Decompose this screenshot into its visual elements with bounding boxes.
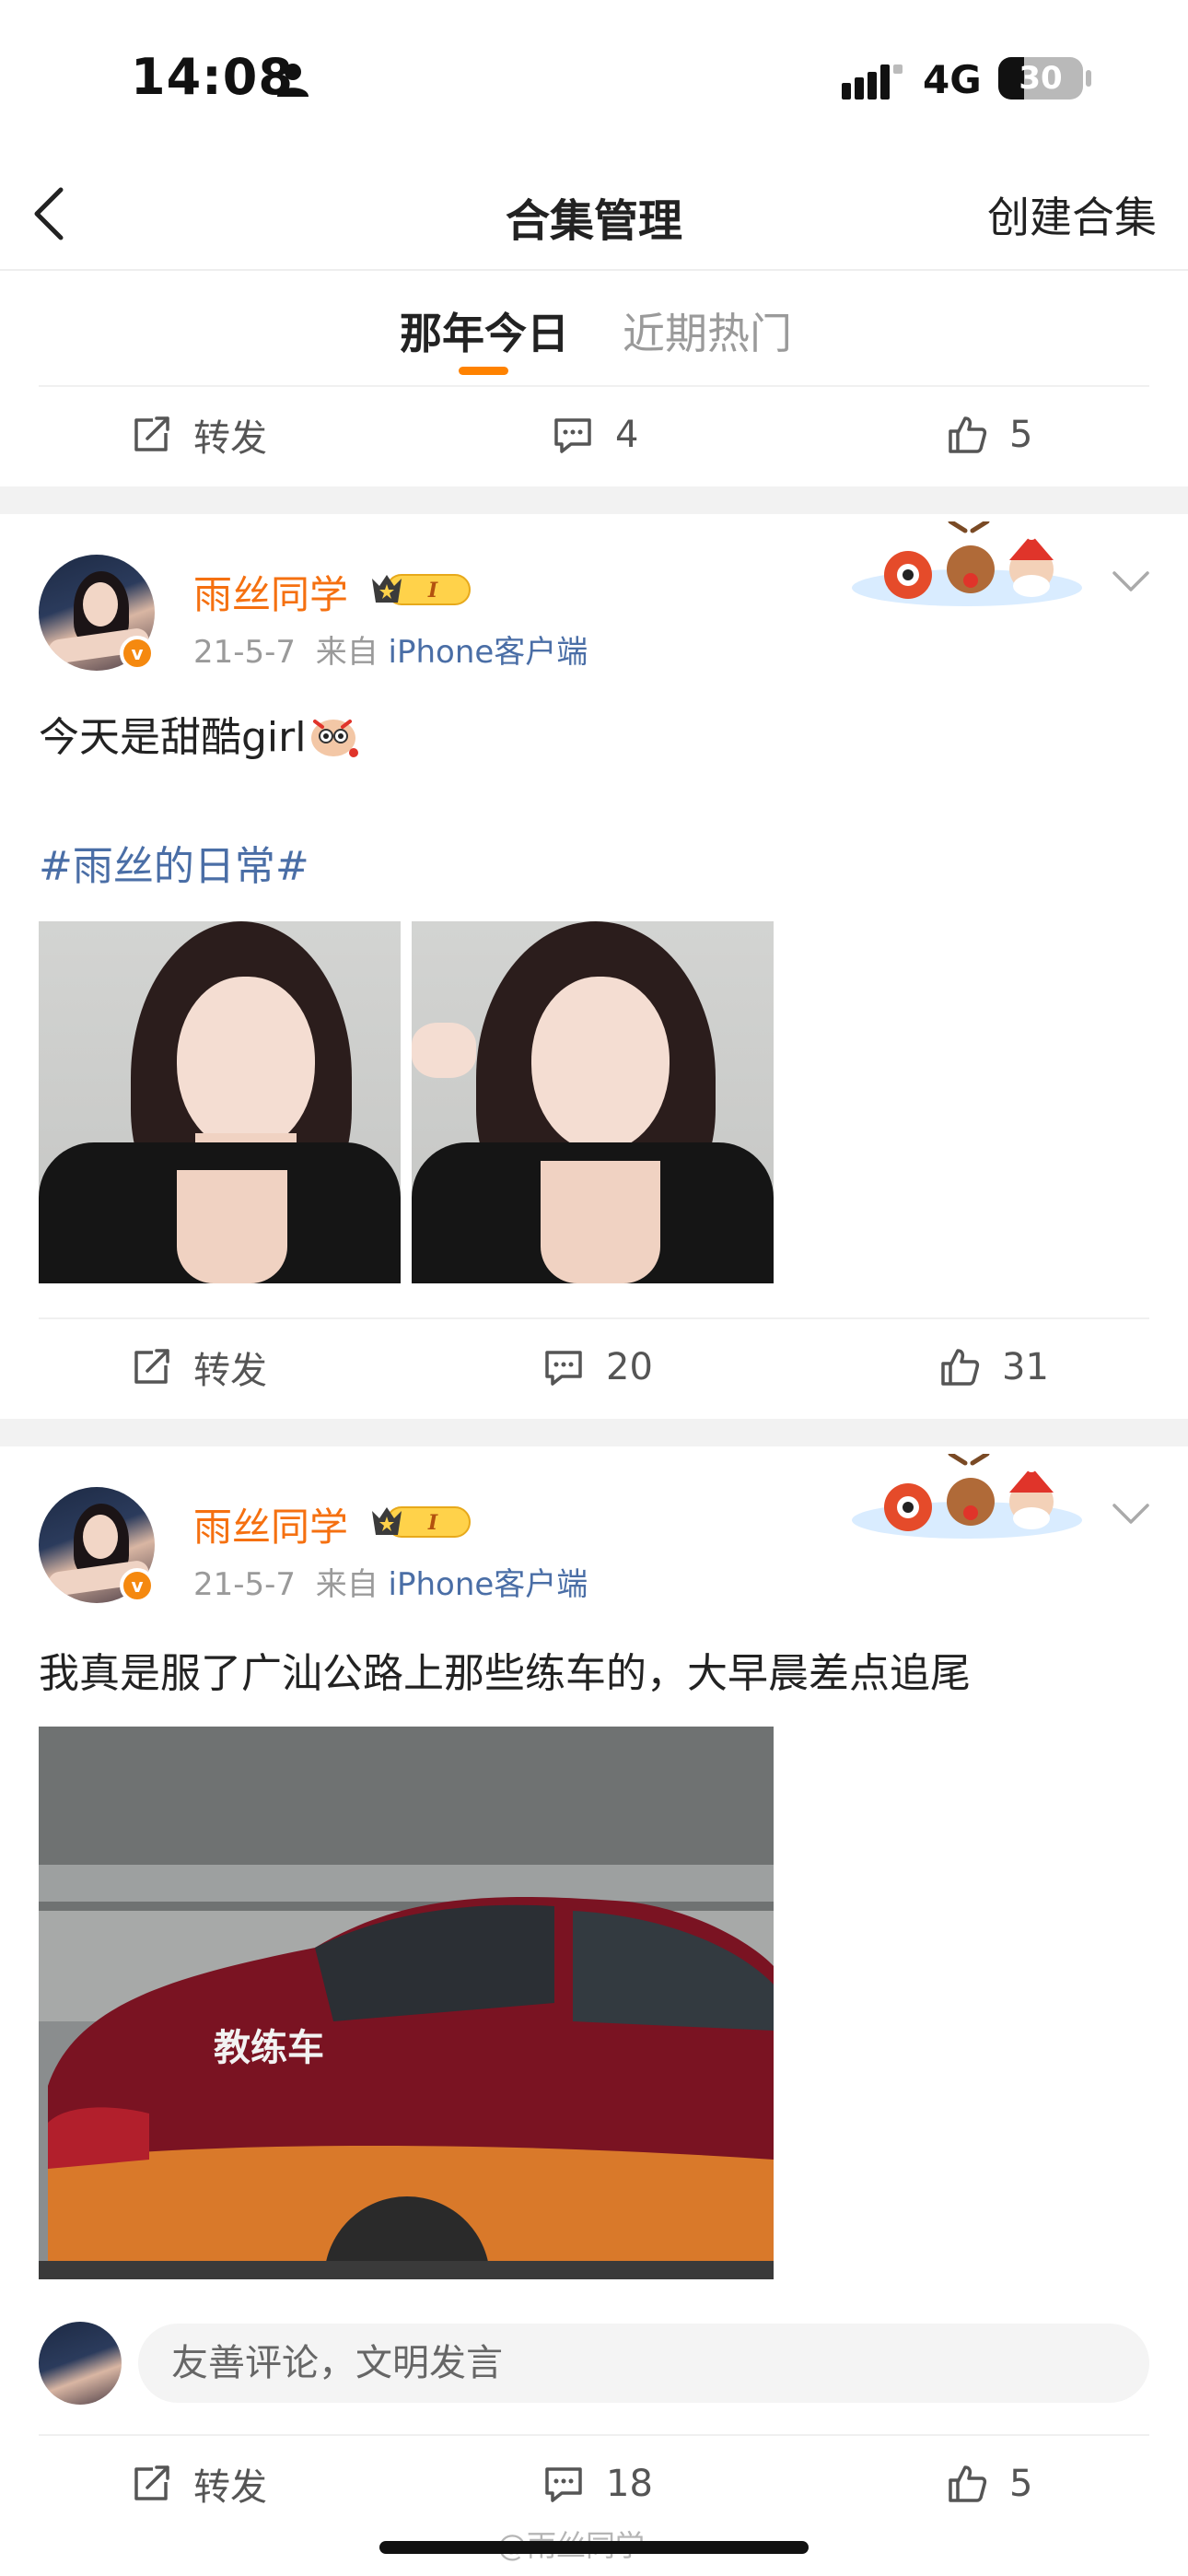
signal-icon xyxy=(842,64,903,100)
action-bar: 转发 20 31 xyxy=(0,1321,1188,1413)
post-image[interactable] xyxy=(39,921,401,1283)
my-avatar[interactable] xyxy=(39,2322,122,2405)
repost-label: 转发 xyxy=(193,417,267,460)
tab-bar: 那年今日 近期热门 xyxy=(0,273,1188,387)
verified-badge-icon: v xyxy=(120,636,155,671)
post-source-prefix: 来自 xyxy=(315,1566,379,1603)
section-gap xyxy=(0,486,1188,514)
hashtag-link[interactable]: #雨丝的日常# xyxy=(39,833,309,892)
comment-icon xyxy=(545,2467,582,2502)
action-bar: 转发 18 5 xyxy=(0,2438,1188,2530)
post-source[interactable]: iPhone客户端 xyxy=(389,634,588,671)
post-text: 今天是甜酷girl xyxy=(39,704,359,763)
post-image[interactable]: 教练车 xyxy=(39,1727,774,2279)
chevron-down-icon[interactable] xyxy=(1111,568,1151,595)
action-bar-previous: 转发 4 5 xyxy=(0,389,1188,481)
repost-icon xyxy=(134,2465,169,2500)
post-text: 我真是服了广汕公路上那些练车的，大早晨差点追尾 xyxy=(39,1650,971,1697)
thumbs-up-icon xyxy=(949,2465,987,2502)
comment-icon xyxy=(554,418,591,453)
create-collection-button[interactable]: 创建合集 xyxy=(987,184,1157,245)
repost-button[interactable]: 转发 xyxy=(129,1321,267,1413)
like-button[interactable]: 5 xyxy=(945,389,1032,481)
home-indicator[interactable] xyxy=(379,2541,809,2554)
repost-icon xyxy=(134,416,169,451)
like-button[interactable]: 31 xyxy=(938,1321,1049,1413)
section-gap xyxy=(0,1419,1188,1446)
like-button[interactable]: 5 xyxy=(945,2438,1032,2530)
vip-badge-icon[interactable]: I xyxy=(368,569,472,608)
post-text-content: 今天是甜酷girl xyxy=(39,714,307,761)
like-count: 5 xyxy=(1009,414,1033,456)
vip-badge-icon[interactable]: I xyxy=(368,1502,472,1540)
comment-icon xyxy=(545,1351,582,1386)
repost-button[interactable]: 转发 xyxy=(129,2438,267,2530)
nav-bar: 合集管理 创建合集 xyxy=(0,157,1188,271)
vip-level: I xyxy=(427,1511,438,1535)
person-icon xyxy=(277,64,309,97)
post-image[interactable] xyxy=(412,921,774,1283)
verified-badge-icon: v xyxy=(120,1568,155,1603)
repost-label: 转发 xyxy=(193,2466,267,2509)
comment-button[interactable]: 4 xyxy=(551,389,638,481)
car-photo-graphic: 教练车 xyxy=(39,1727,774,2279)
post-divider xyxy=(39,1317,1149,1319)
thumbs-up-icon xyxy=(949,416,987,453)
repost-label: 转发 xyxy=(193,1350,267,1392)
repost-button[interactable]: 转发 xyxy=(129,389,267,481)
like-count: 5 xyxy=(1009,2463,1033,2505)
tab-recent-hot[interactable]: 近期热门 xyxy=(623,300,792,361)
username[interactable]: 雨丝同学 xyxy=(193,1496,348,1552)
comment-count: 4 xyxy=(615,414,639,456)
comment-input[interactable] xyxy=(138,2324,1149,2403)
vip-level: I xyxy=(427,579,438,603)
post-divider xyxy=(39,2434,1149,2436)
comment-button[interactable]: 18 xyxy=(542,2438,653,2530)
battery-cap xyxy=(1086,70,1091,87)
comment-count: 20 xyxy=(606,1346,653,1388)
tab-this-day[interactable]: 那年今日 xyxy=(400,300,569,361)
holiday-decoration-icon xyxy=(852,521,1082,606)
battery-indicator: 30 xyxy=(998,57,1083,100)
network-type: 4G xyxy=(923,57,982,102)
cute-emoji-icon xyxy=(311,720,359,757)
post-meta: 21-5-7 来自 iPhone客户端 xyxy=(193,626,588,672)
holiday-decoration-icon xyxy=(852,1454,1082,1539)
tabs-divider xyxy=(39,385,1149,387)
active-tab-indicator xyxy=(459,367,508,375)
status-time: 14:08 xyxy=(131,48,294,106)
post-date: 21-5-7 xyxy=(193,634,297,671)
repost-icon xyxy=(134,1349,169,1384)
post-date: 21-5-7 xyxy=(193,1566,297,1603)
like-count: 31 xyxy=(1002,1346,1049,1388)
chevron-down-icon[interactable] xyxy=(1111,1500,1151,1528)
battery-level: 30 xyxy=(1019,60,1063,97)
username[interactable]: 雨丝同学 xyxy=(193,564,348,620)
post-source-prefix: 来自 xyxy=(315,634,379,671)
comment-count: 18 xyxy=(606,2463,653,2505)
car-label: 教练车 xyxy=(214,2027,324,2069)
thumbs-up-icon xyxy=(941,1349,980,1386)
post-meta: 21-5-7 来自 iPhone客户端 xyxy=(193,1559,588,1604)
comment-button[interactable]: 20 xyxy=(542,1321,653,1413)
post-source[interactable]: iPhone客户端 xyxy=(389,1566,588,1603)
status-bar: 14:08 4G 30 xyxy=(0,0,1188,157)
